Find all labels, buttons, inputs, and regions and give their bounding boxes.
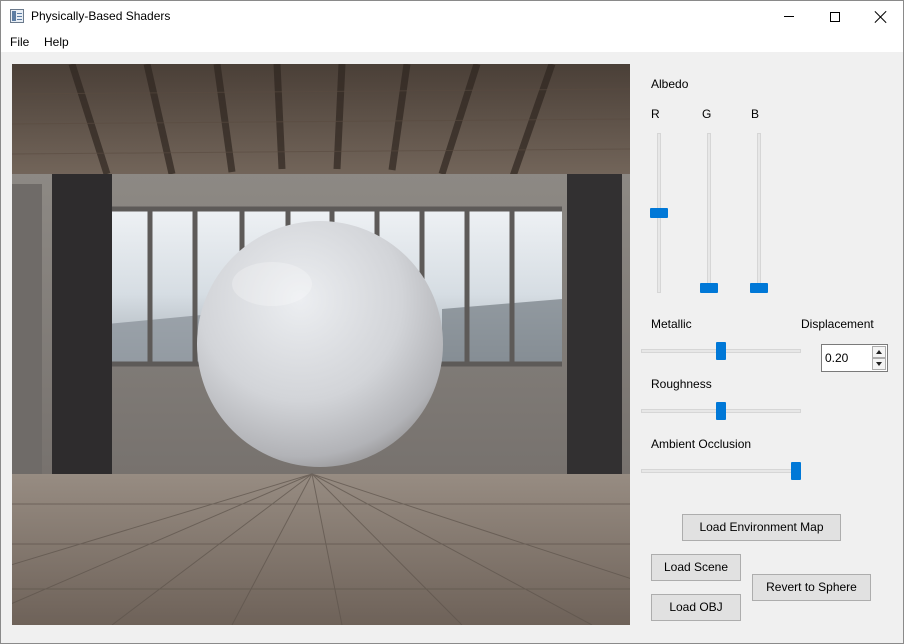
spin-up-button[interactable] xyxy=(872,346,886,358)
displacement-value[interactable]: 0.20 xyxy=(825,351,848,365)
window-title: Physically-Based Shaders xyxy=(31,9,171,23)
roughness-label: Roughness xyxy=(651,377,712,391)
slider-groove xyxy=(707,133,711,293)
minimize-button[interactable] xyxy=(766,1,812,32)
ambient-occlusion-slider[interactable] xyxy=(641,461,803,481)
metallic-slider[interactable] xyxy=(641,341,803,361)
menu-bar: File Help xyxy=(0,32,904,52)
displacement-spinbox[interactable]: 0.20 xyxy=(821,344,888,372)
load-obj-button[interactable]: Load OBJ xyxy=(651,594,741,621)
slider-handle[interactable] xyxy=(750,283,768,293)
metallic-label: Metallic xyxy=(651,317,692,331)
ambient-occlusion-label: Ambient Occlusion xyxy=(651,437,752,451)
shaded-sphere xyxy=(197,221,443,467)
slider-handle[interactable] xyxy=(791,462,801,480)
slider-groove xyxy=(757,133,761,293)
albedo-b-label: B xyxy=(751,107,760,121)
roughness-slider[interactable] xyxy=(641,401,803,421)
slider-handle[interactable] xyxy=(716,342,726,360)
app-icon xyxy=(10,9,24,23)
albedo-r-slider[interactable] xyxy=(650,133,670,295)
maximize-icon xyxy=(830,11,840,22)
close-button[interactable] xyxy=(858,1,904,32)
title-bar: Physically-Based Shaders xyxy=(0,0,904,32)
render-viewport[interactable] xyxy=(12,64,630,625)
slider-handle[interactable] xyxy=(700,283,718,293)
load-scene-button[interactable]: Load Scene xyxy=(651,554,741,581)
albedo-g-slider[interactable] xyxy=(700,133,720,295)
albedo-g-label: G xyxy=(702,107,712,121)
arrow-down-icon xyxy=(876,362,882,366)
albedo-label: Albedo xyxy=(651,77,689,91)
menu-file[interactable]: File xyxy=(10,35,29,49)
spin-down-button[interactable] xyxy=(872,358,886,370)
minimize-icon xyxy=(784,16,794,17)
albedo-b-slider[interactable] xyxy=(750,133,770,295)
environment-render xyxy=(12,64,630,625)
arrow-up-icon xyxy=(876,350,882,354)
close-icon xyxy=(875,11,887,23)
maximize-button[interactable] xyxy=(812,1,858,32)
albedo-r-label: R xyxy=(651,107,660,121)
displacement-label: Displacement xyxy=(801,317,874,331)
slider-groove xyxy=(641,469,801,473)
slider-handle[interactable] xyxy=(650,208,668,218)
load-environment-map-button[interactable]: Load Environment Map xyxy=(682,514,841,541)
menu-help[interactable]: Help xyxy=(44,35,69,49)
slider-handle[interactable] xyxy=(716,402,726,420)
revert-to-sphere-button[interactable]: Revert to Sphere xyxy=(752,574,871,601)
